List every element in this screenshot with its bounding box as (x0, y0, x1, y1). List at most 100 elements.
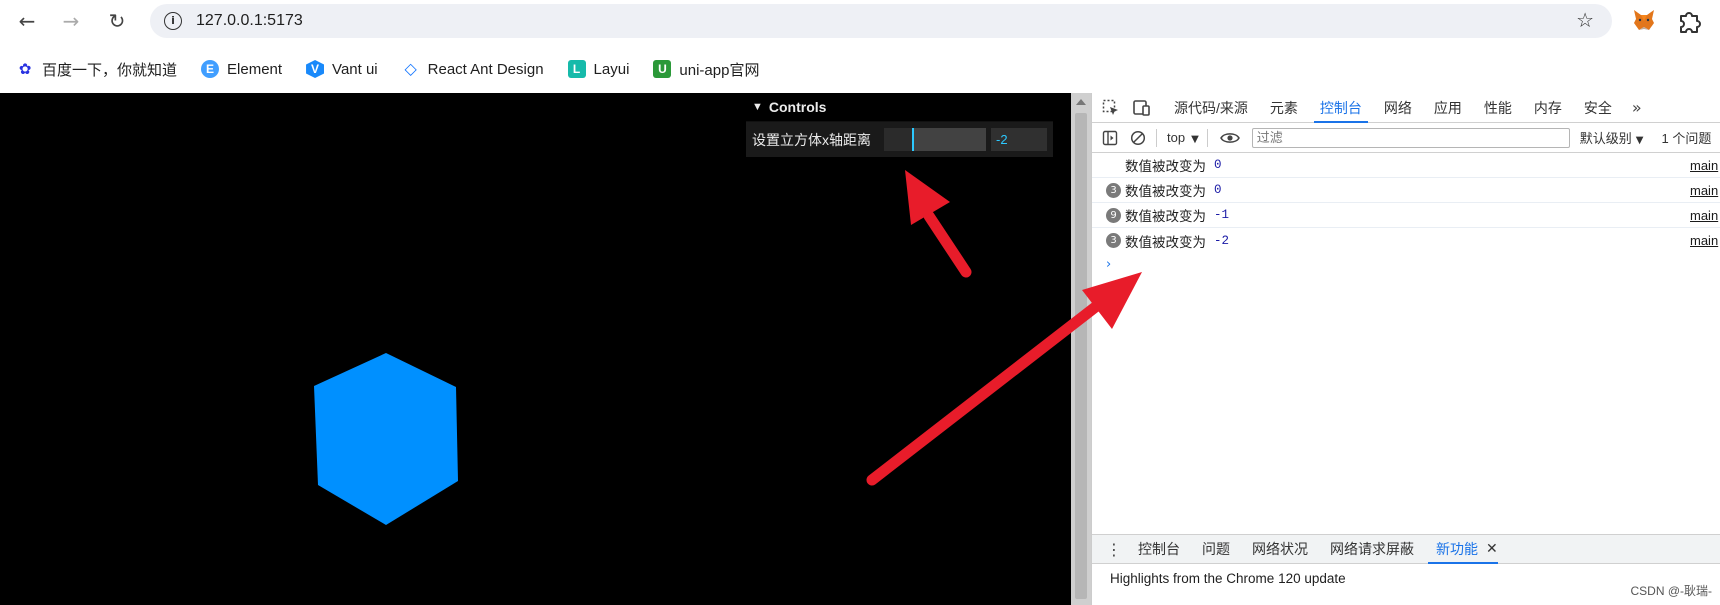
console-prompt[interactable]: › (1092, 253, 1720, 277)
log-message: 数值被改变为 (1125, 234, 1206, 250)
scroll-up-icon[interactable] (1076, 99, 1086, 105)
back-icon[interactable]: ← (12, 6, 42, 36)
log-message: 数值被改变为 (1125, 209, 1206, 224)
whats-new-highlight: Highlights from the Chrome 120 update (1110, 571, 1346, 586)
drawer-tab-request-blocking[interactable]: 网络请求屏蔽 (1330, 534, 1414, 564)
bookmark-label: React Ant Design (427, 60, 544, 78)
context-select[interactable]: top ▼ (1167, 130, 1199, 145)
metamask-fox-icon[interactable] (1632, 9, 1656, 31)
log-message: 数值被改变为 (1125, 184, 1206, 199)
drawer-tab-whats-new[interactable]: 新功能 (1428, 534, 1498, 564)
bookmark-vant[interactable]: V Vant ui (306, 60, 378, 78)
log-value: -2 (1214, 233, 1230, 248)
console-toolbar: top ▼ 过滤 默认级别 ▼ 1 个问题 (1092, 123, 1720, 153)
forward-icon[interactable]: → (56, 6, 86, 36)
bookmark-label: Layui (593, 60, 630, 78)
drawer-tab-issues[interactable]: 问题 (1202, 534, 1230, 564)
console-output: 数值被改变为 0 main 3 数值被改变为 0 main 9 数值被改变为 -… (1092, 153, 1720, 277)
console-filter-input[interactable]: 过滤 (1251, 127, 1570, 148)
tab-elements[interactable]: 元素 (1270, 93, 1298, 123)
url-text[interactable]: 127.0.0.1:5173 (196, 12, 303, 30)
csdn-watermark: CSDN @-耿瑞- (1630, 582, 1712, 599)
slider-handle[interactable] (911, 128, 914, 151)
inspect-element-icon[interactable] (1100, 98, 1122, 118)
caret-down-icon: ▼ (1635, 135, 1644, 146)
repeat-count-badge: 3 (1106, 233, 1121, 248)
bookmarks-bar: ✿ 百度一下，你就知道 E Element V Vant ui ◇ React … (0, 52, 1720, 86)
log-source-link[interactable]: main (1690, 158, 1720, 173)
extensions-puzzle-icon[interactable] (1676, 8, 1702, 34)
lil-gui-panel: ▼ Controls 设置立方体x轴距离 -2 (746, 93, 1053, 157)
bookmark-label: Element (227, 60, 283, 78)
log-level-value: 默认级别 (1579, 131, 1632, 146)
log-level-select[interactable]: 默认级别 ▼ (1580, 128, 1644, 147)
bookmark-uniapp[interactable]: U uni-app官网 (653, 59, 759, 80)
layui-icon: L (567, 60, 586, 78)
caret-down-icon: ▼ (1191, 134, 1199, 145)
bookmark-star-icon[interactable]: ☆ (1576, 8, 1594, 32)
log-value: -1 (1214, 208, 1230, 222)
clear-console-icon[interactable] (1128, 128, 1148, 148)
divider (1206, 128, 1208, 147)
slider-fill (884, 128, 912, 151)
x-distance-slider[interactable] (884, 128, 986, 151)
browser-toolbar: ← → ↻ i 127.0.0.1:5173 ☆ (0, 0, 1720, 42)
vant-icon: V (306, 60, 325, 78)
gui-control-label: 设置立方体x轴距离 (752, 131, 871, 148)
issues-counter[interactable]: 1 个问题 (1662, 128, 1712, 147)
bookmark-element[interactable]: E Element (201, 60, 282, 78)
context-value: top (1167, 130, 1186, 145)
devtools-tab-bar: 源代码/来源 元素 控制台 网络 应用 性能 内存 安全 » (1092, 93, 1720, 123)
drawer-tab-network-conditions[interactable]: 网络状况 (1252, 534, 1308, 564)
threejs-canvas[interactable]: ▼ Controls 设置立方体x轴距离 -2 (0, 93, 1071, 605)
bookmark-ant-design[interactable]: ◇ React Ant Design (402, 60, 544, 79)
more-tabs-icon[interactable]: » (1632, 98, 1642, 117)
live-expression-eye-icon[interactable] (1219, 128, 1240, 148)
address-bar[interactable]: i 127.0.0.1:5173 ☆ (150, 4, 1612, 38)
reload-icon[interactable]: ↻ (102, 6, 132, 36)
x-distance-number-input[interactable]: -2 (991, 128, 1047, 151)
tab-security[interactable]: 安全 (1584, 93, 1612, 123)
scrollbar-thumb[interactable] (1075, 113, 1087, 599)
console-log-row: 3 数值被改变为 -2 main (1092, 228, 1720, 253)
drawer-tab-console[interactable]: 控制台 (1138, 534, 1180, 564)
tab-performance[interactable]: 性能 (1484, 93, 1512, 123)
log-message: 数值被改变为 (1125, 159, 1206, 174)
page-scrollbar[interactable] (1071, 93, 1091, 605)
repeat-count-badge (1106, 158, 1121, 173)
bookmark-baidu[interactable]: ✿ 百度一下，你就知道 (16, 59, 177, 80)
gui-title: Controls (768, 99, 827, 115)
repeat-count-badge: 3 (1106, 182, 1121, 198)
repeat-count-badge: 9 (1106, 207, 1121, 223)
bookmark-layui[interactable]: L Layui (567, 60, 630, 78)
tab-console[interactable]: 控制台 (1313, 93, 1368, 123)
log-source-link[interactable]: main (1690, 183, 1720, 198)
console-log-row: 9 数值被改变为 -1 main (1092, 203, 1720, 228)
site-info-icon[interactable]: i (164, 12, 182, 30)
tab-memory[interactable]: 内存 (1534, 93, 1562, 123)
console-log-row: 数值被改变为 0 main (1092, 153, 1720, 178)
log-source-link[interactable]: main (1690, 208, 1720, 223)
devtools-panel: 源代码/来源 元素 控制台 网络 应用 性能 内存 安全 » top ▼ 过滤 默… (1091, 93, 1720, 605)
tab-network[interactable]: 网络 (1384, 93, 1412, 123)
sidebar-toggle-icon[interactable] (1100, 128, 1120, 148)
console-log-row: 3 数值被改变为 0 main (1092, 178, 1720, 203)
ant-design-icon: ◇ (404, 61, 417, 78)
kebab-menu-icon[interactable]: ⋮ (1106, 540, 1122, 559)
log-value: 0 (1214, 158, 1222, 172)
device-toolbar-icon[interactable] (1130, 98, 1152, 118)
bookmark-label: Vant ui (332, 60, 378, 78)
gui-title-bar[interactable]: ▼ Controls (746, 93, 1053, 122)
drawer-tab-bar: ⋮ 控制台 问题 网络状况 网络请求屏蔽 新功能 ✕ (1092, 534, 1720, 564)
tab-sources[interactable]: 源代码/来源 (1174, 93, 1248, 123)
gui-control-row: 设置立方体x轴距离 -2 (746, 122, 1053, 157)
log-value: 0 (1214, 183, 1222, 197)
devtools-drawer: ⋮ 控制台 问题 网络状况 网络请求屏蔽 新功能 ✕ Highlights fr… (1092, 534, 1720, 605)
element-icon: E (201, 60, 220, 78)
tab-application[interactable]: 应用 (1434, 93, 1462, 123)
divider (1156, 128, 1157, 147)
uniapp-icon: U (653, 60, 672, 78)
baidu-paw-icon: ✿ (18, 61, 32, 78)
log-source-link[interactable]: main (1690, 233, 1720, 248)
close-icon[interactable]: ✕ (1486, 541, 1498, 557)
